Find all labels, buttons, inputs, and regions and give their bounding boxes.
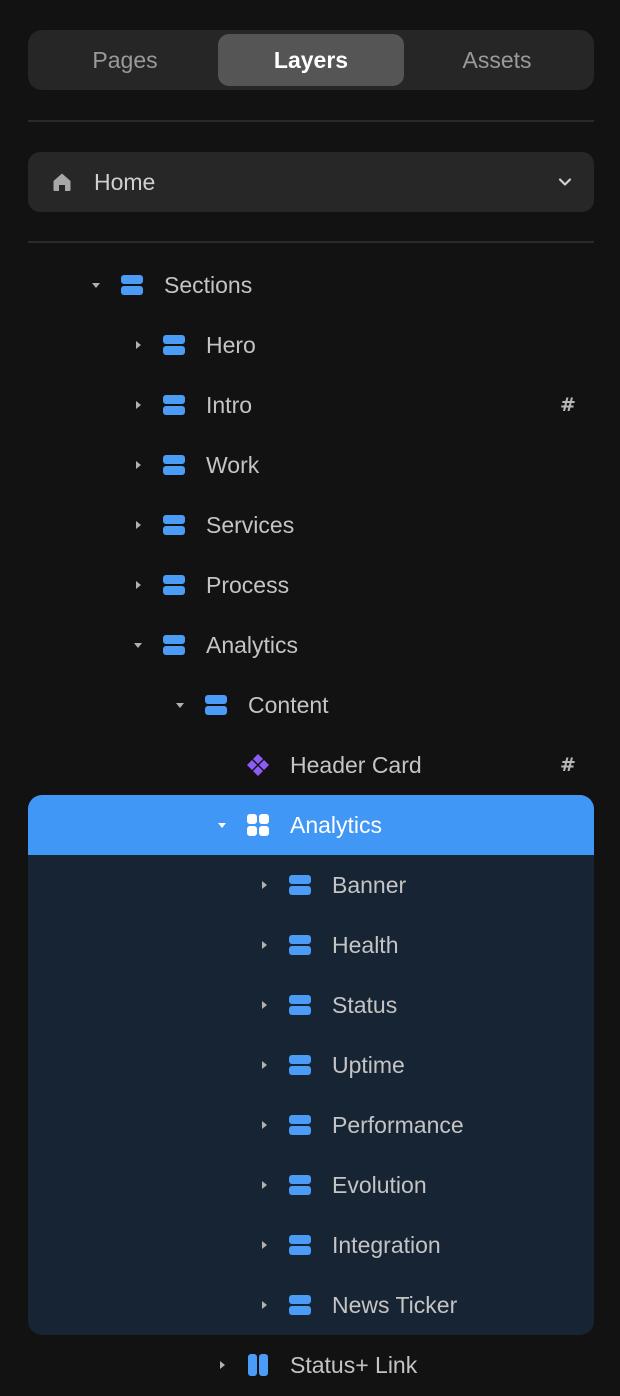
grid-icon	[247, 814, 269, 836]
chevron-down-icon	[556, 173, 574, 191]
caret-right-icon[interactable]	[214, 1357, 230, 1373]
layer-label: Hero	[206, 332, 256, 358]
layer-row[interactable]: Analytics	[0, 615, 620, 675]
layer-row[interactable]: Intro #	[0, 375, 620, 435]
layer-row[interactable]: Analytics	[28, 795, 594, 855]
stack-icon	[289, 1054, 311, 1076]
caret-right-icon[interactable]	[256, 877, 272, 893]
stack-icon	[289, 1174, 311, 1196]
layer-label: Evolution	[332, 1172, 427, 1198]
stack-icon	[289, 874, 311, 896]
layer-row[interactable]: Integration	[0, 1215, 620, 1275]
layer-label: Status	[332, 992, 398, 1018]
layer-label: Services	[206, 512, 295, 538]
divider	[28, 120, 594, 122]
caret-right-icon[interactable]	[256, 1057, 272, 1073]
layer-row[interactable]: Hero	[0, 315, 620, 375]
caret-right-icon[interactable]	[256, 1297, 272, 1313]
caret-right-icon[interactable]	[256, 1237, 272, 1253]
stack-icon	[163, 394, 185, 416]
home-icon	[50, 170, 74, 194]
caret-right-icon[interactable]	[256, 1177, 272, 1193]
layer-row[interactable]: Banner	[0, 855, 620, 915]
stack-icon	[289, 994, 311, 1016]
layer-label: Analytics	[206, 632, 299, 658]
caret-right-icon[interactable]	[256, 1117, 272, 1133]
layer-label: Content	[248, 692, 329, 718]
layer-label: Performance	[332, 1112, 464, 1138]
layer-label: Process	[206, 572, 290, 598]
page-select[interactable]: Home	[28, 152, 594, 212]
stack-icon	[289, 1234, 311, 1256]
stack-icon	[163, 574, 185, 596]
caret-down-icon[interactable]	[130, 637, 146, 653]
layer-label: Uptime	[332, 1052, 405, 1078]
layer-row[interactable]: Uptime	[0, 1035, 620, 1095]
tab-pages[interactable]: Pages	[32, 34, 218, 86]
caret-right-icon[interactable]	[256, 997, 272, 1013]
layer-tree: Sections Hero Intro # Work Services Process Ana…	[0, 255, 620, 1395]
page-select-value: Home	[94, 168, 156, 195]
stack-icon	[205, 694, 227, 716]
layer-row[interactable]: News Ticker	[0, 1275, 620, 1335]
layer-label: Header Card	[290, 752, 422, 778]
columns-icon	[247, 1354, 269, 1376]
stack-icon	[163, 454, 185, 476]
stack-icon	[121, 274, 143, 296]
stack-icon	[163, 514, 185, 536]
layer-row[interactable]: Content	[0, 675, 620, 735]
caret-down-icon[interactable]	[172, 697, 188, 713]
layer-row[interactable]: Performance	[0, 1095, 620, 1155]
stack-icon	[289, 1294, 311, 1316]
hash-icon: #	[560, 394, 576, 416]
layer-row[interactable]: Work	[0, 435, 620, 495]
caret-right-icon[interactable]	[130, 577, 146, 593]
stack-icon	[289, 1114, 311, 1136]
layer-row[interactable]: Sections	[0, 255, 620, 315]
layer-label: Intro	[206, 392, 253, 418]
layer-row[interactable]: Header Card #	[0, 735, 620, 795]
caret-right-icon[interactable]	[130, 397, 146, 413]
layer-label: Integration	[332, 1232, 441, 1258]
layer-row[interactable]: Process	[0, 555, 620, 615]
caret-down-icon[interactable]	[214, 817, 230, 833]
layer-label: News Ticker	[332, 1292, 458, 1318]
layer-label: Health	[332, 932, 399, 958]
tab-layers[interactable]: Layers	[218, 34, 404, 86]
caret-right-icon[interactable]	[130, 457, 146, 473]
panel-tabs: Pages Layers Assets	[28, 30, 594, 90]
layer-row[interactable]: Status	[0, 975, 620, 1035]
stack-icon	[289, 934, 311, 956]
caret-down-icon[interactable]	[88, 277, 104, 293]
hash-icon: #	[560, 754, 576, 776]
layer-row[interactable]: Evolution	[0, 1155, 620, 1215]
component-icon	[246, 753, 269, 776]
layer-label: Status+ Link	[290, 1352, 418, 1378]
layer-row[interactable]: Health	[0, 915, 620, 975]
layer-row[interactable]: Services	[0, 495, 620, 555]
layer-label: Work	[206, 452, 260, 478]
layer-label: Sections	[164, 272, 253, 298]
stack-icon	[163, 634, 185, 656]
divider	[28, 241, 594, 243]
caret-right-icon[interactable]	[256, 937, 272, 953]
stack-icon	[163, 334, 185, 356]
layer-label: Analytics	[290, 812, 383, 838]
layer-row[interactable]: Status+ Link	[0, 1335, 620, 1395]
tab-assets[interactable]: Assets	[404, 34, 590, 86]
caret-right-icon[interactable]	[130, 517, 146, 533]
layer-label: Banner	[332, 872, 407, 898]
caret-right-icon[interactable]	[130, 337, 146, 353]
